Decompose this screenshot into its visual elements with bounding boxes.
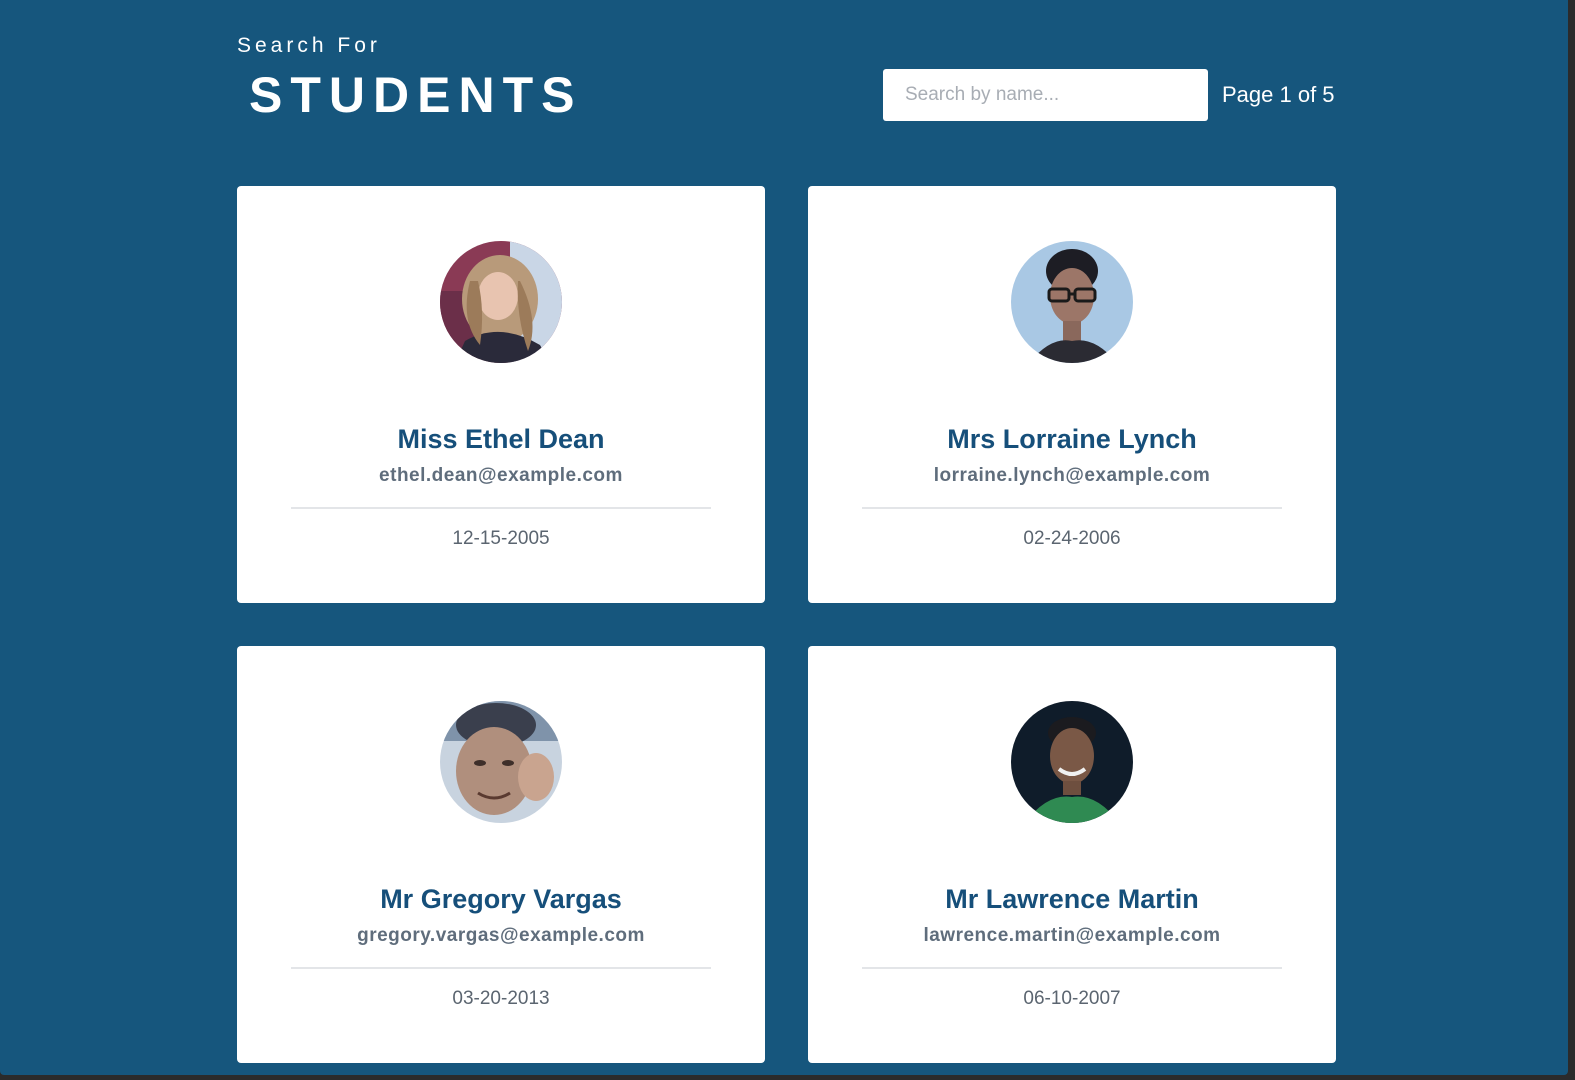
card-divider [291, 507, 711, 509]
student-card[interactable]: Mrs Lorraine Lynch lorraine.lynch@exampl… [808, 186, 1336, 603]
search-input[interactable] [883, 69, 1208, 121]
student-card[interactable]: Miss Ethel Dean ethel.dean@example.com 1… [237, 186, 765, 603]
student-email: ethel.dean@example.com [379, 465, 623, 486]
student-grid: Miss Ethel Dean ethel.dean@example.com 1… [237, 186, 1337, 1063]
page-title: STUDENTS [249, 67, 583, 123]
card-divider [862, 967, 1282, 969]
student-name: Mr Lawrence Martin [945, 884, 1199, 914]
student-dob: 03-20-2013 [452, 988, 550, 1009]
student-name: Mrs Lorraine Lynch [947, 424, 1197, 454]
student-card[interactable]: Mr Lawrence Martin lawrence.martin@examp… [808, 646, 1336, 1063]
card-divider [862, 507, 1282, 509]
student-email: gregory.vargas@example.com [357, 925, 645, 946]
student-email: lawrence.martin@example.com [923, 925, 1221, 946]
man-green-shirt-avatar-icon [1011, 701, 1133, 823]
students-page: Search For STUDENTS Page 1 of 5 Miss Eth… [0, 0, 1568, 1075]
man-waving-avatar-icon [440, 701, 562, 823]
student-dob: 12-15-2005 [452, 528, 550, 549]
student-name: Miss Ethel Dean [397, 424, 605, 454]
student-avatar [440, 241, 562, 363]
student-name: Mr Gregory Vargas [380, 884, 622, 914]
student-dob: 06-10-2007 [1023, 988, 1121, 1009]
student-card[interactable]: Mr Gregory Vargas gregory.vargas@example… [237, 646, 765, 1063]
woman-glasses-avatar-icon [1011, 241, 1133, 363]
woman-curly-hair-avatar-icon [440, 241, 562, 363]
card-divider [291, 967, 711, 969]
student-email: lorraine.lynch@example.com [933, 465, 1211, 486]
student-dob: 02-24-2006 [1023, 528, 1121, 549]
student-avatar [1011, 701, 1133, 823]
student-avatar [440, 701, 562, 823]
header-kicker: Search For [237, 34, 381, 57]
page-indicator: Page 1 of 5 [1222, 82, 1335, 107]
student-avatar [1011, 241, 1133, 363]
